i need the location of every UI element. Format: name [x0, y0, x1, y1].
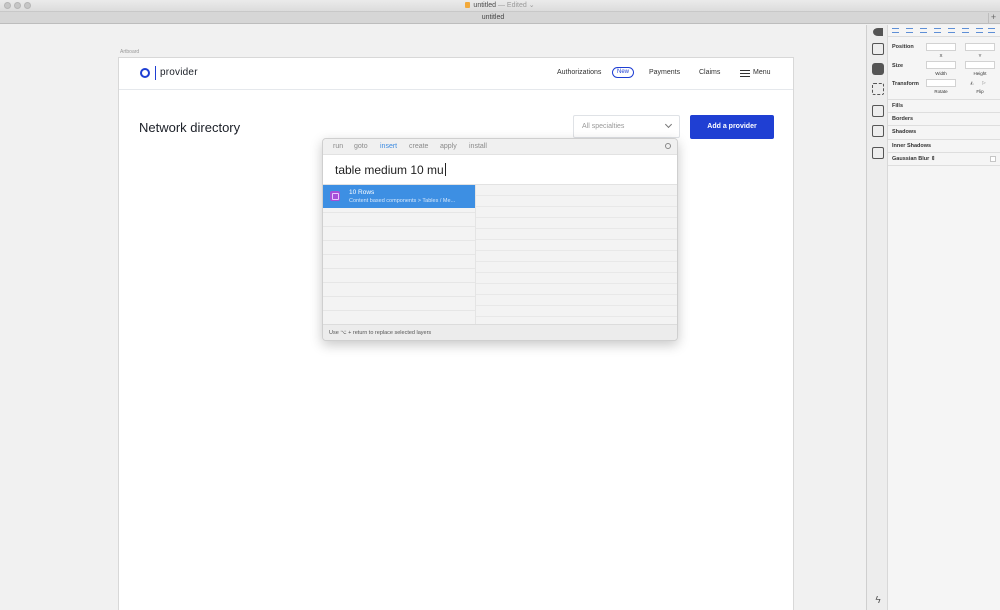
logo-text: provider: [160, 67, 198, 78]
nav-menu[interactable]: Menu: [753, 69, 771, 76]
x-caption: X: [939, 53, 943, 58]
align-right-icon[interactable]: [920, 28, 927, 33]
height-field[interactable]: [965, 61, 995, 69]
nav-authorizations[interactable]: Authorizations: [557, 69, 601, 76]
y-caption: Y: [978, 53, 982, 58]
inspector-panel: Position X Y Size Width Height Transform…: [888, 25, 1000, 610]
flip-caption: Flip: [976, 89, 984, 94]
borders-section[interactable]: Borders: [888, 112, 1000, 125]
nav-claims[interactable]: Claims: [699, 69, 720, 76]
palette-footer-hint: Use ⌥ + return to replace selected layer…: [323, 324, 677, 340]
align-bottom-icon[interactable]: [962, 28, 969, 33]
flip-horizontal-icon[interactable]: ◭: [968, 80, 976, 86]
symbol-icon: [330, 191, 340, 201]
menu-icon[interactable]: [740, 70, 750, 77]
window-title: untitled — Edited ⌄: [0, 1, 1000, 9]
text-caret: [444, 163, 446, 176]
edited-status[interactable]: — Edited ⌄: [498, 2, 535, 9]
distribute-vertical-icon[interactable]: [988, 28, 995, 33]
command-palette: run goto insert create apply install tab…: [322, 138, 678, 341]
distribute-icon[interactable]: [976, 28, 983, 33]
rotate-field[interactable]: [926, 79, 956, 87]
rotate-caption: Rotate: [934, 89, 948, 94]
height-caption: Height: [973, 71, 987, 76]
site-header: provider Authorizations New Payments Cla…: [119, 58, 793, 90]
layout-icon[interactable]: [872, 105, 884, 117]
specialty-select[interactable]: All specialties: [573, 115, 680, 138]
palette-tabs: run goto insert create apply install: [323, 139, 677, 154]
result-path: Content based components > Tables / Me..…: [349, 198, 456, 204]
palette-tab-insert[interactable]: insert: [380, 143, 397, 150]
result-title: 10 Rows: [349, 189, 375, 196]
document-name: untitled: [473, 2, 496, 9]
palette-tab-run[interactable]: run: [333, 143, 343, 150]
shadows-section[interactable]: Shadows: [888, 125, 1000, 138]
plugin-hex-icon[interactable]: [872, 63, 884, 75]
position-y-field[interactable]: [965, 43, 995, 51]
window-title-bar: untitled — Edited ⌄: [0, 0, 1000, 12]
position-x-field[interactable]: [926, 43, 956, 51]
gaussian-blur-label: Gaussian Blur ⇕: [892, 156, 936, 162]
palette-query-text: table medium 10 mu: [335, 163, 444, 177]
width-field[interactable]: [926, 61, 956, 69]
settings-icon[interactable]: [665, 143, 671, 149]
tab-untitled[interactable]: untitled: [0, 14, 986, 21]
align-center-icon[interactable]: [906, 28, 913, 33]
size-label: Size: [892, 63, 904, 69]
flip-vertical-icon[interactable]: ▷: [980, 80, 988, 86]
fills-section[interactable]: Fills: [888, 99, 1000, 112]
image-edit-icon[interactable]: [872, 125, 884, 137]
page-title: Network directory: [139, 120, 241, 135]
add-image-icon[interactable]: [872, 147, 884, 159]
new-tab-button[interactable]: +: [988, 13, 998, 23]
lightning-icon[interactable]: ϟ: [872, 595, 884, 607]
new-badge: New: [612, 67, 634, 78]
palette-tab-create[interactable]: create: [409, 143, 428, 150]
palette-results: 10 Rows Content based components > Table…: [323, 185, 677, 326]
logo-divider: [155, 66, 156, 80]
inner-shadows-section[interactable]: Inner Shadows: [888, 139, 1000, 152]
gaussian-blur-section[interactable]: Gaussian Blur ⇕: [888, 152, 1000, 166]
palette-search-input[interactable]: table medium 10 mu: [323, 154, 677, 185]
transform-label: Transform: [892, 81, 919, 87]
toggle-inspector-icon[interactable]: [873, 28, 883, 36]
palette-tab-install[interactable]: install: [469, 143, 487, 150]
align-toolbar: [888, 25, 1000, 37]
palette-tab-apply[interactable]: apply: [440, 143, 457, 150]
chevron-down-icon: [664, 120, 673, 129]
document-icon: [465, 2, 471, 8]
align-top-icon[interactable]: [934, 28, 941, 33]
width-caption: Width: [935, 71, 947, 76]
result-item-selected[interactable]: 10 Rows Content based components > Table…: [323, 185, 475, 208]
align-middle-icon[interactable]: [948, 28, 955, 33]
specialty-select-value: All specialties: [582, 123, 625, 130]
gaussian-blur-checkbox[interactable]: [990, 156, 996, 162]
document-tab-bar: untitled +: [0, 12, 1000, 24]
result-preview: [475, 185, 677, 326]
position-label: Position: [892, 44, 914, 50]
inspector-toolstrip: ϟ: [866, 25, 888, 610]
align-left-icon[interactable]: [892, 28, 899, 33]
export-icon[interactable]: [872, 43, 884, 55]
palette-tab-goto[interactable]: goto: [354, 143, 368, 150]
logo-ring-icon: [140, 68, 150, 78]
artboard-label[interactable]: Artboard: [120, 49, 139, 55]
add-provider-button[interactable]: Add a provider: [690, 115, 774, 139]
components-icon[interactable]: [872, 83, 884, 95]
nav-payments[interactable]: Payments: [649, 69, 680, 76]
